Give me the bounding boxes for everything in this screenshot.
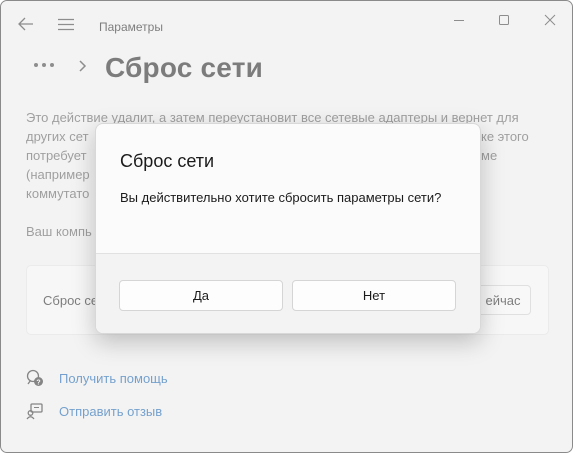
dialog-footer: Да Нет: [96, 253, 480, 333]
dialog-title: Сброс сети: [120, 151, 215, 171]
yes-button[interactable]: Да: [119, 280, 283, 311]
no-button[interactable]: Нет: [292, 280, 456, 311]
dialog-message: Вы действительно хотите сбросить парамет…: [120, 190, 442, 205]
reset-confirm-dialog: Сброс сети Вы действительно хотите сброс…: [95, 123, 481, 334]
settings-window: Параметры Сброс сети Это действие удалит…: [0, 0, 573, 453]
